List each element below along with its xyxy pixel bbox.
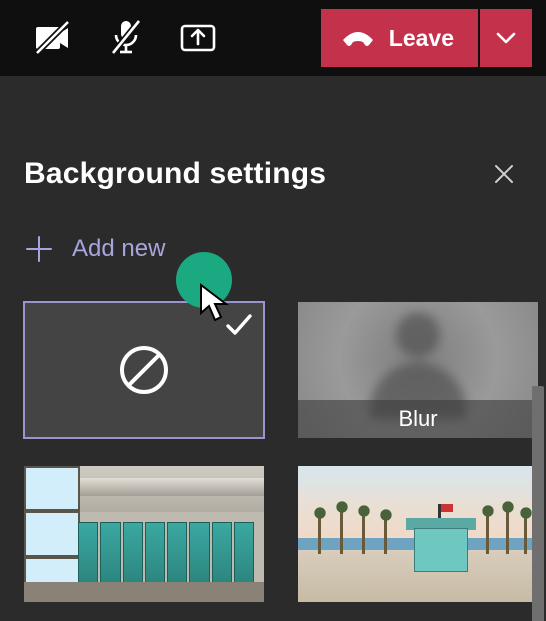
share-screen-button[interactable]	[168, 10, 228, 66]
close-panel-button[interactable]	[486, 156, 522, 192]
check-icon	[224, 312, 254, 338]
panel-title: Background settings	[24, 157, 326, 191]
plus-icon	[24, 234, 54, 264]
chevron-down-icon	[496, 31, 516, 45]
camera-off-button[interactable]	[24, 10, 84, 66]
panel-header: Background settings	[24, 76, 526, 192]
leave-options-button[interactable]	[480, 9, 532, 67]
background-tile-blur[interactable]: Blur	[298, 302, 538, 438]
background-tile-none[interactable]	[24, 302, 264, 438]
none-icon	[118, 344, 170, 396]
leave-button-group: Leave	[321, 9, 532, 67]
background-grid: Blur	[24, 302, 526, 602]
hangup-icon	[341, 28, 375, 48]
background-settings-panel: Background settings Add new	[0, 76, 546, 621]
add-new-button[interactable]: Add new	[24, 234, 526, 264]
mic-off-button[interactable]	[96, 10, 156, 66]
scrollbar-thumb[interactable]	[532, 386, 544, 621]
background-tile-office[interactable]	[24, 466, 264, 602]
leave-label: Leave	[389, 25, 454, 52]
leave-button[interactable]: Leave	[321, 9, 478, 67]
background-tile-beach[interactable]	[298, 466, 538, 602]
share-screen-icon	[180, 22, 216, 54]
blur-tile-label: Blur	[298, 400, 538, 438]
call-toolbar: Leave	[0, 0, 546, 76]
add-new-label: Add new	[72, 235, 165, 263]
mic-off-icon	[109, 19, 143, 57]
close-icon	[493, 163, 515, 185]
camera-off-icon	[34, 21, 74, 55]
